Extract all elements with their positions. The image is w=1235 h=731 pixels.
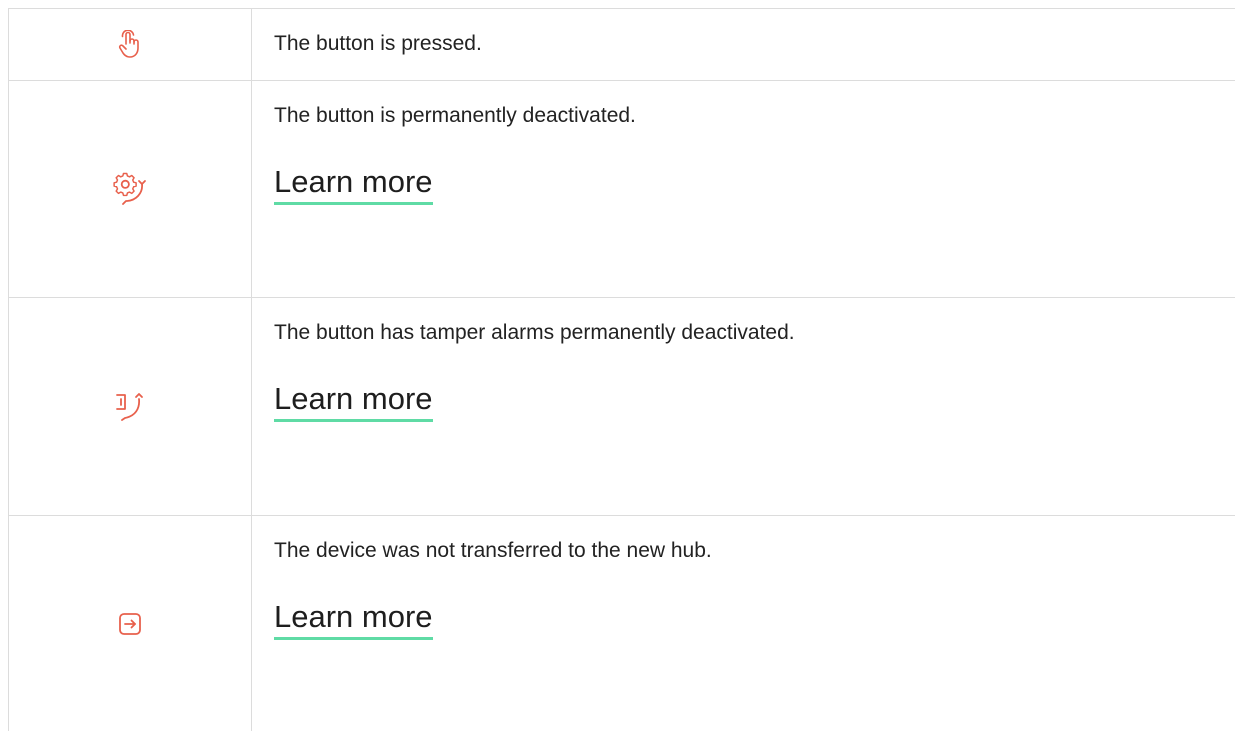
row-description: The button is permanently deactivated.: [274, 104, 636, 127]
row-description: The button is pressed.: [274, 32, 482, 55]
table-row: The button has tamper alarms permanently…: [8, 298, 1235, 515]
icon-cell: [8, 9, 251, 80]
icon-cell: [8, 298, 251, 515]
description-cell: The button is permanently deactivated. L…: [274, 102, 1215, 205]
hand-press-icon: [117, 29, 143, 60]
row-description: The button has tamper alarms permanently…: [274, 321, 795, 344]
tamper-deactivated-icon: [114, 391, 146, 423]
table-row: The button is permanently deactivated. L…: [8, 81, 1235, 297]
description-cell: The device was not transferred to the ne…: [274, 537, 1215, 640]
description-cell: The button has tamper alarms permanently…: [274, 319, 1215, 422]
table-row: The device was not transferred to the ne…: [8, 516, 1235, 731]
arrow-in-box-icon: [118, 612, 142, 636]
learn-more-link[interactable]: Learn more: [274, 162, 433, 205]
learn-more-link[interactable]: Learn more: [274, 379, 433, 422]
icon-cell: [8, 516, 251, 731]
description-cell: The button is pressed.: [274, 30, 1215, 58]
gear-deactivated-icon: [112, 172, 147, 206]
learn-more-link[interactable]: Learn more: [274, 597, 433, 640]
status-icons-table: The button is pressed. The button is per…: [8, 8, 1235, 731]
table-row: The button is pressed.: [8, 9, 1235, 80]
icon-cell: [8, 81, 251, 297]
row-description: The device was not transferred to the ne…: [274, 539, 712, 562]
